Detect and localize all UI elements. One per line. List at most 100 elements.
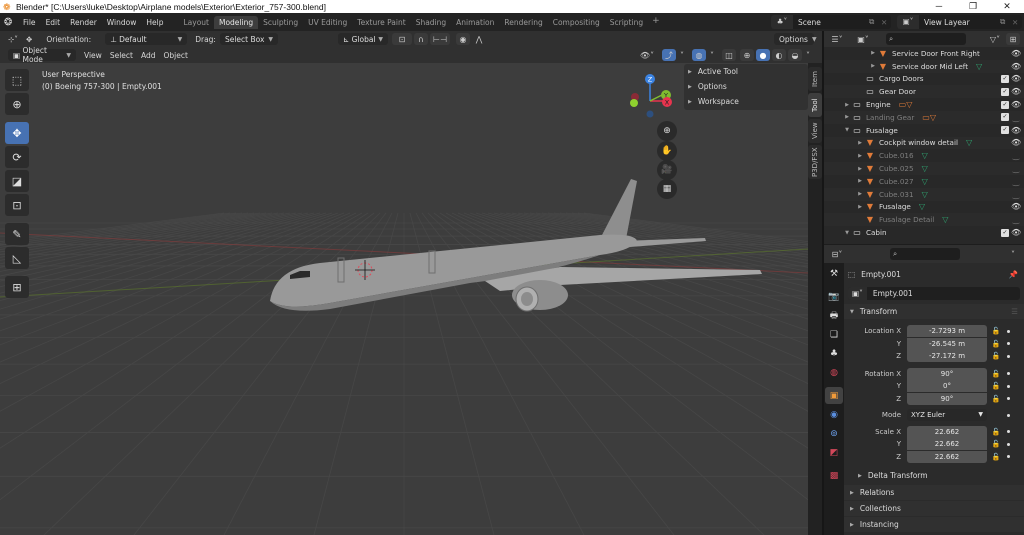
tab-sculpting[interactable]: Sculpting bbox=[258, 16, 303, 29]
navigation-gizmo[interactable]: Z Y X bbox=[625, 68, 675, 118]
scene-icon[interactable]: ♣˅ bbox=[771, 15, 793, 29]
proportional-edit-icon[interactable]: ◉ bbox=[455, 33, 470, 45]
lock-icon[interactable]: 🔓 bbox=[990, 340, 1002, 348]
falloff-icon[interactable]: ⋀ bbox=[472, 33, 486, 45]
camera-view-icon[interactable]: 🎥 bbox=[657, 160, 677, 180]
tab-shading[interactable]: Shading bbox=[411, 16, 451, 29]
exclude-checkbox[interactable]: ✓ bbox=[1001, 228, 1009, 237]
menu-help[interactable]: Help bbox=[141, 18, 168, 27]
lock-icon[interactable]: 🔓 bbox=[990, 327, 1002, 335]
mesh-data-icon[interactable]: ▽ bbox=[919, 202, 925, 211]
transform-panel-header[interactable]: ▼ Transform ☰ bbox=[844, 304, 1024, 319]
object-properties-tab[interactable]: ▣ bbox=[825, 387, 843, 404]
outliner-item-name[interactable]: Cube.027 bbox=[879, 177, 914, 186]
add-cube-tool-icon[interactable]: ⊞ bbox=[5, 276, 29, 298]
new-view-layer-icon[interactable]: ⧉ bbox=[1000, 17, 1012, 27]
disclosure-right-icon[interactable]: ▶ bbox=[856, 153, 864, 159]
scale-tool-icon[interactable]: ◪ bbox=[5, 170, 29, 192]
mesh-data-icon[interactable]: ▽ bbox=[922, 190, 928, 199]
rotation-mode-dropdown[interactable]: XYZ Euler ▼ bbox=[907, 409, 987, 422]
data-properties-tab[interactable]: ◩ bbox=[825, 444, 843, 461]
eye-closed-icon[interactable]: ‿ bbox=[1011, 177, 1021, 186]
editor-type-icon[interactable]: ☰˅ bbox=[828, 33, 846, 45]
eye-icon[interactable]: 👁 bbox=[1011, 138, 1021, 147]
material-preview-icon[interactable]: ◐ bbox=[772, 49, 786, 61]
collections-panel[interactable]: ▶ Collections bbox=[844, 501, 1024, 516]
chevron-down-icon[interactable]: ˅ bbox=[1006, 248, 1020, 260]
drag-handle-icon[interactable]: ☰ bbox=[1011, 307, 1018, 316]
rendered-shading-icon[interactable]: ◒ bbox=[788, 49, 802, 61]
disclosure-right-icon[interactable]: ▶ bbox=[843, 114, 851, 120]
sidebar-tab-item[interactable]: Item bbox=[808, 67, 822, 91]
visibility-icon[interactable]: 👁˅ bbox=[638, 49, 656, 61]
tab-scripting[interactable]: Scripting bbox=[605, 16, 648, 29]
disclosure-down-icon[interactable]: ▼ bbox=[843, 230, 851, 236]
editor-type-icon[interactable]: ⊟˅ bbox=[828, 248, 846, 260]
view-layer-icon[interactable]: ▣˅ bbox=[897, 15, 919, 29]
chevron-down-icon[interactable]: ˅ bbox=[678, 49, 686, 61]
keyframe-dot-icon[interactable] bbox=[1005, 454, 1011, 460]
mesh-data-icon[interactable]: ▽ bbox=[922, 151, 928, 160]
physics-properties-tab[interactable]: ◉ bbox=[825, 406, 843, 423]
keyframe-dot-icon[interactable] bbox=[1005, 383, 1011, 389]
pivot-point-icon[interactable]: ⊡ bbox=[391, 33, 412, 45]
world-properties-tab[interactable]: ◍ bbox=[825, 364, 843, 381]
tab-layout[interactable]: Layout bbox=[178, 16, 214, 29]
location-x-field[interactable]: -2.7293 m bbox=[907, 325, 987, 338]
outliner-row[interactable]: ▶ ▼ Cube.027 ▽ ‿ bbox=[824, 175, 1024, 188]
ortho-toggle-icon[interactable]: ▦ bbox=[657, 179, 677, 199]
outliner-item-name[interactable]: Cockpit window detail bbox=[879, 138, 958, 147]
remove-scene-icon[interactable]: ✕ bbox=[881, 18, 891, 27]
disclosure-right-icon[interactable]: ▶ bbox=[856, 178, 864, 184]
wireframe-shading-icon[interactable]: ⊕ bbox=[740, 49, 754, 61]
sidebar-tab-view[interactable]: View bbox=[808, 119, 822, 143]
outliner-row[interactable]: ▶ ▭ Landing Gear ▭▽ ✓ ‿ bbox=[824, 110, 1024, 124]
mode-dropdown[interactable]: ▣ Object Mode ▼ bbox=[8, 46, 76, 64]
view-layer-selector[interactable]: ▣˅ View Layear ⧉ ✕ bbox=[897, 15, 1022, 29]
outliner-row[interactable]: ▶ ▼ Cube.031 ▽ ‿ bbox=[824, 187, 1024, 201]
disclosure-right-icon[interactable]: ▶ bbox=[856, 166, 864, 172]
keyframe-dot-icon[interactable] bbox=[1005, 341, 1011, 347]
disclosure-right-icon[interactable]: ▶ bbox=[856, 191, 864, 197]
xray-toggle-icon[interactable]: ◫ bbox=[722, 49, 736, 61]
eye-closed-icon[interactable]: ‿ bbox=[1011, 164, 1021, 173]
keyframe-dot-icon[interactable] bbox=[1005, 412, 1011, 418]
display-mode-icon[interactable]: ▣˅ bbox=[854, 33, 872, 45]
tab-compositing[interactable]: Compositing bbox=[548, 16, 605, 29]
output-properties-tab[interactable]: 🖶 bbox=[825, 307, 843, 324]
children-icon[interactable]: ▭▽ bbox=[922, 113, 936, 122]
location-y-field[interactable]: -26.545 m bbox=[907, 337, 987, 350]
sidebar-tab-tool[interactable]: Tool bbox=[808, 93, 822, 117]
rotate-tool-icon[interactable]: ⟳ bbox=[5, 146, 29, 168]
eye-closed-icon[interactable]: ‿ bbox=[1011, 215, 1021, 224]
mesh-data-icon[interactable]: ▽ bbox=[942, 215, 948, 224]
disclosure-right-icon[interactable]: ▶ bbox=[869, 50, 877, 56]
menu-add[interactable]: Add bbox=[137, 51, 160, 60]
minimize-button[interactable]: ─ bbox=[922, 0, 956, 13]
filter-icon[interactable]: ▽˅ bbox=[986, 33, 1004, 45]
keyframe-dot-icon[interactable] bbox=[1005, 353, 1011, 359]
render-properties-tab[interactable]: 📷 bbox=[825, 288, 843, 305]
menu-file[interactable]: File bbox=[18, 18, 41, 27]
lock-icon[interactable]: 🔓 bbox=[990, 428, 1002, 436]
annotate-tool-icon[interactable]: ✎ bbox=[5, 223, 29, 245]
object-name-value[interactable]: Empty.001 bbox=[867, 289, 913, 298]
outliner-row[interactable]: ▶ ▼ Service door Mid Left ▽ 👁 bbox=[824, 59, 1024, 73]
outliner-row[interactable]: ▼ ▭ Fusalage ✓ 👁 bbox=[824, 124, 1024, 137]
eye-icon[interactable]: 👁 bbox=[1011, 62, 1021, 71]
texture-properties-tab[interactable]: ▩ bbox=[825, 467, 843, 484]
pin-icon[interactable]: 📌 bbox=[1009, 270, 1018, 279]
outliner-item-name[interactable]: Cube.016 bbox=[879, 151, 914, 160]
eye-icon[interactable]: 👁 bbox=[1011, 87, 1021, 96]
disclosure-down-icon[interactable]: ▼ bbox=[843, 127, 851, 133]
object-type-icon[interactable]: ▣˅ bbox=[848, 287, 867, 300]
outliner-item-name[interactable]: Cabin bbox=[866, 228, 887, 237]
scale-x-field[interactable]: 22.662 bbox=[907, 425, 987, 438]
snap-toggle-icon[interactable]: ∩ bbox=[413, 33, 428, 45]
panel-active-tool[interactable]: ▶ Active Tool bbox=[684, 64, 808, 79]
exclude-checkbox[interactable]: ✓ bbox=[1001, 74, 1009, 83]
outliner-item-name[interactable]: Engine bbox=[866, 100, 891, 109]
cursor-tool-icon[interactable]: ⊕ bbox=[5, 93, 29, 115]
scene-name[interactable]: Scene bbox=[793, 18, 869, 27]
disclosure-right-icon[interactable]: ▶ bbox=[869, 63, 877, 69]
